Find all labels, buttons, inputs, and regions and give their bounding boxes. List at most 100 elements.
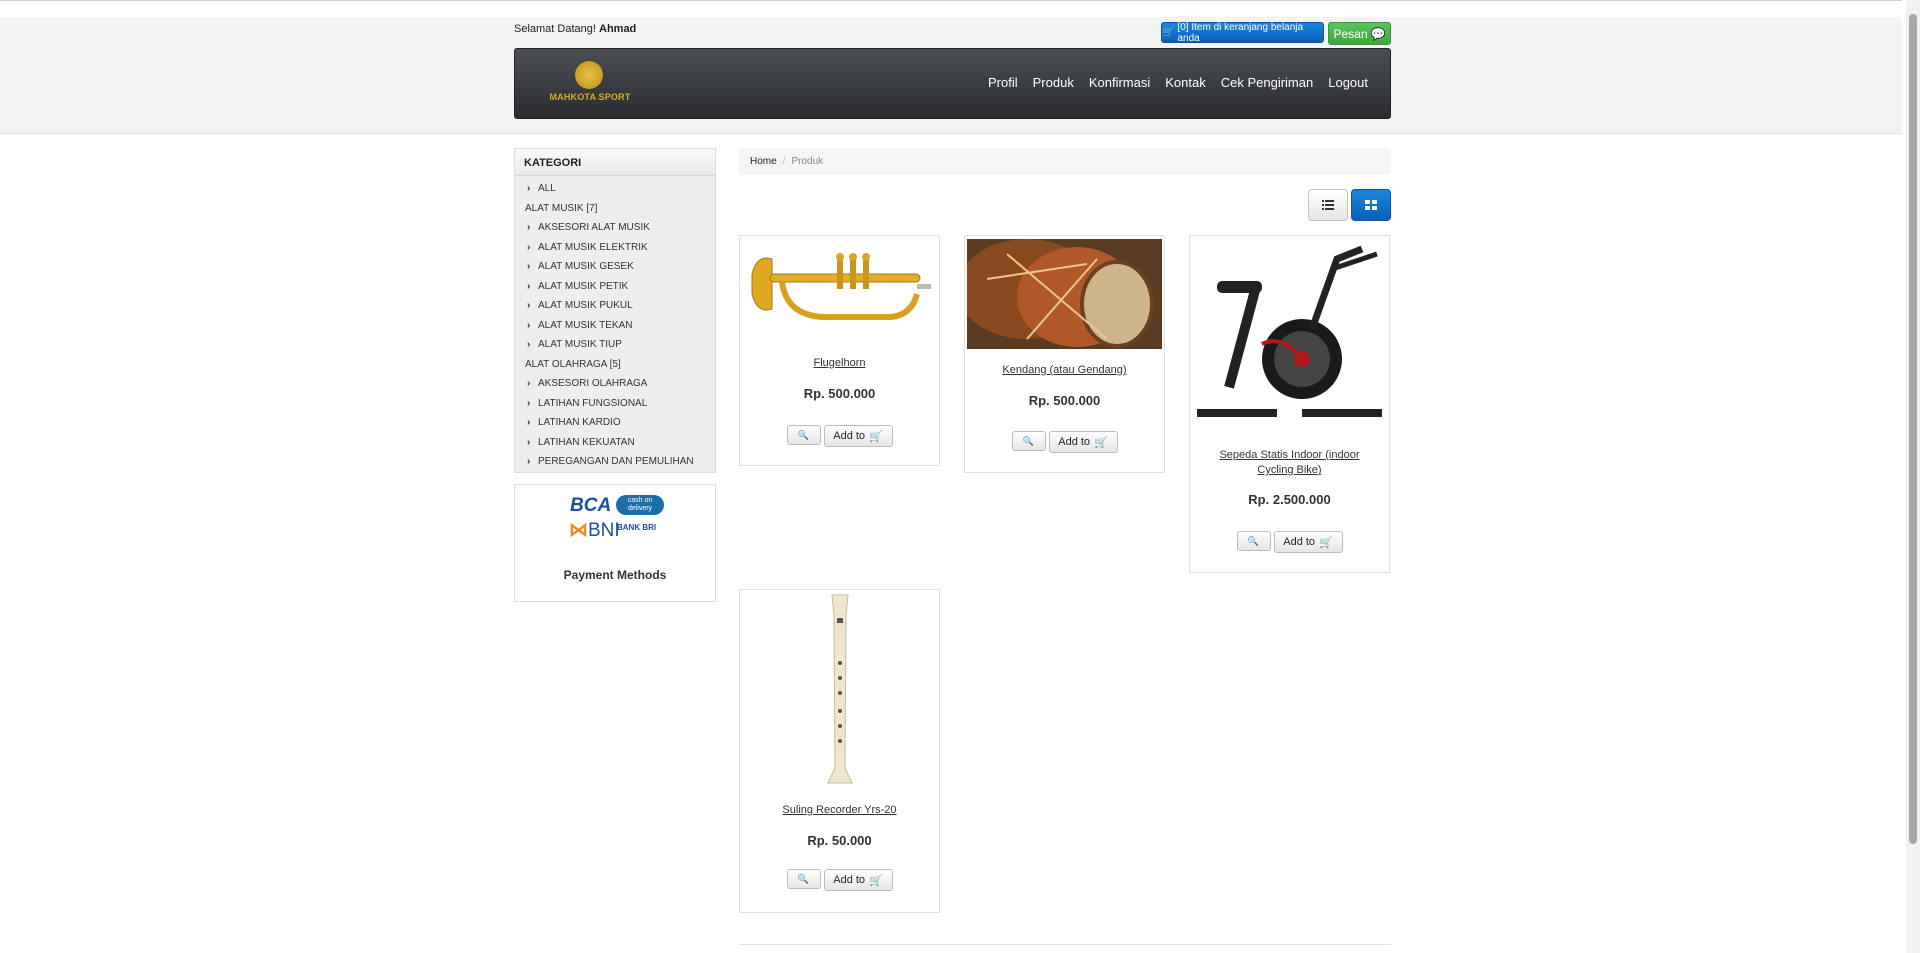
crown-emblem-icon [575, 61, 603, 89]
category-item[interactable]: › PEREGANGAN DAN PEMULIHAN [515, 452, 715, 472]
payment-logos: BCA cash on delivery ⋈BNI BANK BRI [567, 495, 667, 545]
chevron-right-icon: › [527, 397, 531, 409]
category-item[interactable]: › ALAT MUSIK PETIK [515, 277, 715, 297]
add-to-cart-button[interactable]: Add to 🛒 [1273, 531, 1343, 553]
category-item[interactable]: › ALAT MUSIK TIUP [515, 335, 715, 355]
bni-label: BNI [588, 520, 620, 541]
add-to-cart-label: Add to [833, 430, 866, 442]
zoom-button[interactable]: 🔍 [786, 425, 821, 445]
add-to-cart-button[interactable]: Add to 🛒 [823, 425, 893, 447]
category-item[interactable]: › ALAT MUSIK GESEK [515, 257, 715, 277]
cart-icon: 🛒 [1319, 536, 1333, 549]
category-item[interactable]: › AKSESORI ALAT MUSIK [515, 218, 715, 238]
category-item[interactable]: › AKSESORI OLAHRAGA [515, 374, 715, 394]
category-label: AKSESORI OLAHRAGA [538, 378, 648, 390]
zoom-button[interactable]: 🔍 [1011, 431, 1046, 451]
product-name[interactable]: Flugelhorn [740, 356, 939, 371]
zoom-icon: 🔍 [1247, 535, 1260, 546]
product-actions: 🔍 Add to 🛒 [965, 431, 1164, 453]
product-card: Kendang (atau Gendang) Rp. 500.000 🔍 Add… [964, 235, 1165, 473]
recorder-image[interactable] [742, 593, 937, 788]
content-divider [739, 944, 1391, 945]
category-label: ALAT MUSIK ELEKTRIK [538, 241, 648, 253]
category-label: ALAT MUSIK PUKUL [538, 300, 633, 312]
cart-icon: 🛒 [869, 874, 883, 887]
nav-item-cek-pengiriman[interactable]: Cek Pengiriman [1221, 75, 1314, 90]
chevron-right-icon: › [527, 436, 531, 448]
product-name[interactable]: Kendang (atau Gendang) [965, 363, 1164, 378]
category-label: ALL [538, 183, 556, 195]
category-label: LATIHAN FUNGSIONAL [538, 397, 648, 409]
nav-item-logout[interactable]: Logout [1328, 75, 1368, 90]
product-card: Sepeda Statis Indoor (indoor Cycling Bik… [1189, 235, 1390, 573]
product-price: Rp. 2.500.000 [1248, 492, 1331, 507]
grid-view-button[interactable] [1351, 189, 1391, 221]
cart-button[interactable]: 🛒 [0] Item di keranjang belanja anda [1161, 21, 1324, 44]
category-item[interactable]: › ALAT MUSIK ELEKTRIK [515, 238, 715, 258]
stationary-bike-image[interactable] [1192, 239, 1387, 434]
page-scrollbar[interactable] [1906, 0, 1920, 953]
category-item[interactable]: › ALAT MUSIK TEKAN [515, 316, 715, 336]
zoom-icon: 🔍 [797, 429, 810, 440]
chevron-right-icon: › [527, 378, 531, 390]
chevron-right-icon: › [527, 456, 531, 468]
category-title: KATEGORI [515, 149, 715, 176]
category-group-alat-musik[interactable]: ALAT MUSIK [7] [515, 199, 715, 219]
chevron-right-icon: › [527, 183, 531, 195]
pesan-button[interactable]: Pesan 💬 [1328, 22, 1391, 45]
chevron-right-icon: › [527, 319, 531, 331]
flugelhorn-image[interactable] [742, 239, 937, 334]
nav-item-konfirmasi[interactable]: Konfirmasi [1089, 75, 1150, 90]
add-to-cart-label: Add to [833, 874, 866, 886]
category-item[interactable]: › ALAT MUSIK PUKUL [515, 296, 715, 316]
product-name[interactable]: Suling Recorder Yrs-20 [740, 803, 939, 818]
nav-item-profil[interactable]: Profil [988, 75, 1018, 90]
chat-bubble-icon: 💬 [1370, 26, 1386, 41]
add-to-cart-button[interactable]: Add to 🛒 [1048, 431, 1118, 453]
category-label: ALAT MUSIK TIUP [538, 339, 622, 351]
scrollbar-thumb[interactable] [1909, 14, 1917, 844]
add-to-cart-label: Add to [1283, 536, 1316, 548]
list-view-button[interactable] [1308, 189, 1348, 221]
product-price: Rp. 50.000 [807, 833, 872, 848]
category-sidebar: KATEGORI › ALL ALAT MUSIK [7] › AKSESORI A… [514, 148, 716, 473]
cart-icon: 🛒 [1162, 27, 1175, 38]
product-card: Flugelhorn Rp. 500.000 🔍 Add to 🛒 [739, 235, 940, 466]
zoom-button[interactable]: 🔍 [1236, 531, 1271, 551]
product-price: Rp. 500.000 [1028, 393, 1101, 408]
category-label: ALAT MUSIK GESEK [538, 261, 634, 273]
product-actions: 🔍 Add to 🛒 [740, 425, 939, 447]
category-label: PEREGANGAN DAN PEMULIHAN [538, 456, 694, 468]
category-group-alat-olahraga[interactable]: ALAT OLAHRAGA [5] [515, 355, 715, 375]
zoom-icon: 🔍 [797, 873, 810, 884]
category-item-all[interactable]: › ALL [515, 179, 715, 199]
bni-mark-icon: ⋈ [569, 520, 588, 541]
bca-logo: BCA [570, 495, 612, 516]
bni-logo: ⋈BNI [569, 519, 620, 542]
nav-item-kontak[interactable]: Kontak [1165, 75, 1205, 90]
welcome-text: Selamat Datang! Ahmad [514, 23, 636, 35]
category-item[interactable]: › LATIHAN KEKUATAN [515, 433, 715, 453]
breadcrumb: Home / Produk [739, 148, 1391, 175]
add-to-cart-button[interactable]: Add to 🛒 [823, 869, 893, 891]
payment-caption: Payment Methods [563, 568, 667, 582]
category-item[interactable]: › LATIHAN FUNGSIONAL [515, 394, 715, 414]
chevron-right-icon: › [527, 417, 531, 429]
zoom-icon: 🔍 [1022, 435, 1035, 446]
chevron-right-icon: › [527, 339, 531, 351]
user-name: Ahmad [599, 23, 637, 35]
category-label: LATIHAN KARDIO [538, 417, 621, 429]
category-item[interactable]: › LATIHAN KARDIO [515, 413, 715, 433]
chevron-right-icon: › [527, 241, 531, 253]
brand-logo[interactable]: MAHKOTA SPORT [545, 61, 635, 107]
breadcrumb-current: Produk [791, 156, 824, 167]
breadcrumb-home[interactable]: Home [750, 156, 777, 167]
zoom-button[interactable]: 🔍 [786, 869, 821, 889]
payment-methods-panel: BCA cash on delivery ⋈BNI BANK BRI Payme… [514, 484, 716, 602]
kendang-image[interactable] [967, 239, 1162, 349]
product-name[interactable]: Sepeda Statis Indoor (indoor Cycling Bik… [1190, 448, 1389, 478]
category-list: › ALL ALAT MUSIK [7] › AKSESORI ALAT MUSIK… [515, 176, 715, 472]
cart-label: [0] Item di keranjang belanja anda [1177, 21, 1304, 44]
chevron-right-icon: › [527, 261, 531, 273]
nav-item-produk[interactable]: Produk [1033, 75, 1074, 90]
